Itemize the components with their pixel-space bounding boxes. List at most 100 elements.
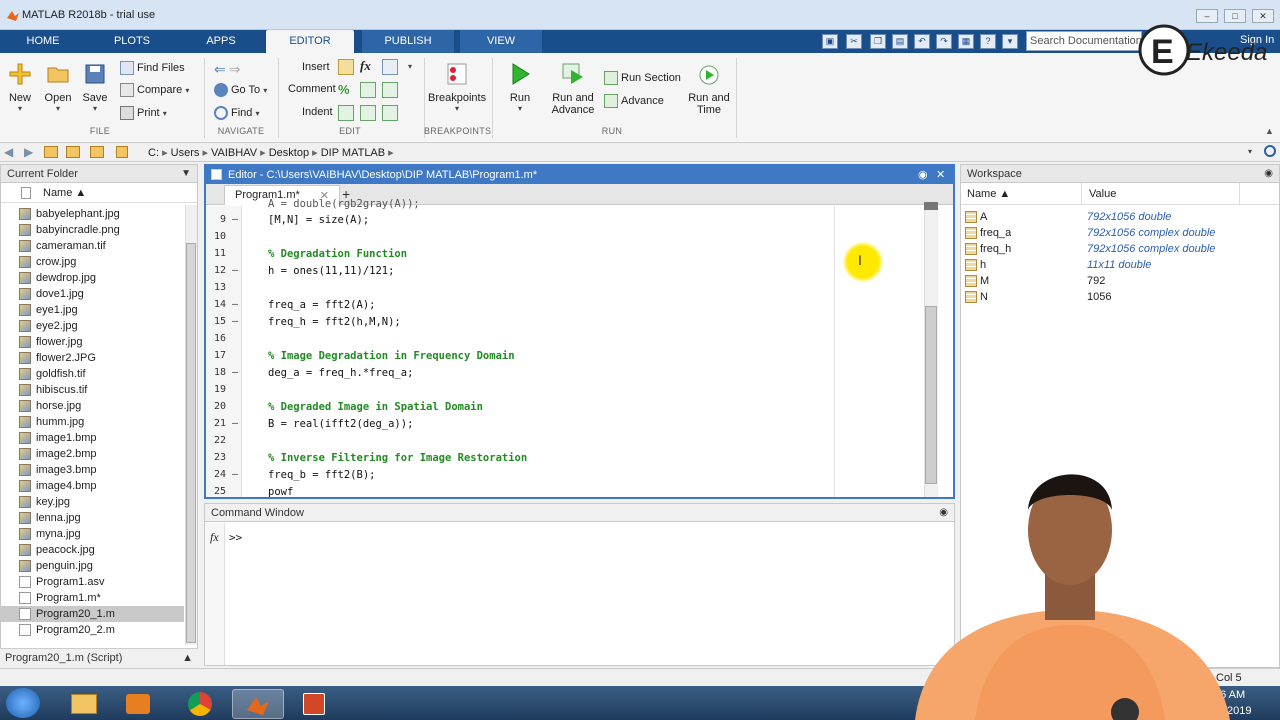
file-list-item[interactable]: eye2.jpg: [19, 318, 184, 334]
code-comment-line[interactable]: % Inverse Filtering for Image Restoratio…: [268, 452, 527, 464]
file-list-item[interactable]: peacock.jpg: [19, 542, 184, 558]
executable-line-marker[interactable]: –: [232, 367, 238, 378]
value-column-header[interactable]: Value: [1089, 188, 1116, 200]
file-list-item[interactable]: image4.bmp: [19, 478, 184, 494]
options-dropdown-icon[interactable]: ▾: [1002, 34, 1018, 49]
taskbar-explorer[interactable]: [58, 689, 110, 719]
file-list-item[interactable]: Program1.m*: [19, 590, 184, 606]
file-list-item[interactable]: horse.jpg: [19, 398, 184, 414]
new-button[interactable]: New ▾: [6, 62, 34, 113]
workspace-variable-row[interactable]: A 792x1056 double: [961, 209, 1279, 225]
code-line[interactable]: freq_a = fft2(A);: [268, 299, 375, 311]
insert-section-icon[interactable]: [338, 59, 354, 75]
code-line[interactable]: freq_b = fft2(B);: [268, 469, 375, 481]
run-and-advance-button[interactable]: Run and Advance: [548, 62, 598, 116]
tab-plots[interactable]: PLOTS: [92, 30, 172, 53]
panel-options-icon[interactable]: ◉: [1264, 168, 1273, 179]
workspace-variable-row[interactable]: h 11x11 double: [961, 257, 1279, 273]
open-button[interactable]: Open ▾: [42, 62, 74, 113]
code-comment-line[interactable]: % Degraded Image in Spatial Domain: [268, 401, 483, 413]
run-section-button[interactable]: Run Section: [604, 71, 681, 85]
name-column-header[interactable]: Name ▲: [967, 188, 1010, 200]
executable-line-marker[interactable]: –: [232, 418, 238, 429]
comment-percent-icon[interactable]: %: [338, 82, 350, 97]
go-to-button[interactable]: Go To ▾: [214, 83, 267, 97]
file-list-item[interactable]: Program20_1.m: [1, 606, 184, 622]
undo-quick-icon[interactable]: ↶: [914, 34, 930, 49]
up-folder-icon[interactable]: [44, 146, 58, 158]
file-list-item[interactable]: Program1.asv: [19, 574, 184, 590]
current-folder-column-header[interactable]: Name ▲: [1, 183, 197, 203]
executable-line-marker[interactable]: –: [232, 299, 238, 310]
function-browser-icon[interactable]: fx: [210, 530, 219, 545]
save-quick-icon[interactable]: ▣: [822, 34, 838, 49]
print-button[interactable]: Print ▾: [120, 106, 167, 120]
collapse-ribbon-icon[interactable]: ▲: [1265, 126, 1274, 136]
command-window[interactable]: Command Window ◉ fx >>: [204, 503, 955, 666]
workspace-variable-row[interactable]: freq_a 792x1056 complex double: [961, 225, 1279, 241]
scroll-position-marker[interactable]: [924, 202, 938, 210]
code-line[interactable]: [M,N] = size(A);: [268, 214, 369, 226]
close-editor-icon[interactable]: ✕: [936, 168, 945, 181]
taskbar-matlab[interactable]: [232, 689, 284, 719]
path-segment[interactable]: Users: [171, 147, 200, 159]
file-list-item[interactable]: image2.bmp: [19, 446, 184, 462]
find-files-button[interactable]: Find Files: [120, 61, 185, 75]
smart-indent-icon[interactable]: [338, 105, 354, 121]
run-and-time-button[interactable]: Run and Time: [686, 62, 732, 116]
file-details-status[interactable]: Program20_1.m (Script) ▲: [0, 648, 198, 668]
code-line[interactable]: powf: [268, 486, 293, 498]
workspace-variable-row[interactable]: M 792: [961, 273, 1279, 289]
run-button[interactable]: Run ▾: [504, 62, 536, 113]
help-icon[interactable]: ?: [980, 34, 996, 49]
editor-options-icon[interactable]: ◉: [918, 168, 928, 181]
decrease-indent-icon[interactable]: [382, 105, 398, 121]
file-list-item[interactable]: goldfish.tif: [19, 366, 184, 382]
file-list-item[interactable]: dove1.jpg: [19, 286, 184, 302]
executable-line-marker[interactable]: –: [232, 316, 238, 327]
path-drive[interactable]: C:: [148, 147, 159, 159]
path-segment[interactable]: DIP MATLAB: [321, 147, 385, 159]
path-segment[interactable]: VAIBHAV: [211, 147, 257, 159]
taskbar-chrome[interactable]: [174, 689, 226, 719]
back-forward-buttons[interactable]: ⇐ ⇒: [214, 61, 241, 78]
panel-options-icon[interactable]: ▼: [181, 168, 191, 179]
partial-code-line[interactable]: A = double(rgb2gray(A));: [268, 198, 420, 210]
arrow-forward-icon[interactable]: ▶: [24, 145, 33, 159]
find-button[interactable]: Find ▾: [214, 106, 259, 120]
path-breadcrumb[interactable]: C: ▸ Users ▸ VAIBHAV ▸ Desktop ▸ DIP MAT…: [148, 146, 394, 159]
increase-indent-icon[interactable]: [360, 105, 376, 121]
code-comment-line[interactable]: % Image Degradation in Frequency Domain: [268, 350, 515, 362]
uncomment-icon[interactable]: [360, 82, 376, 98]
redo-quick-icon[interactable]: ↷: [936, 34, 952, 49]
tab-publish[interactable]: PUBLISH: [362, 30, 454, 53]
file-list-item[interactable]: Program20_2.m: [19, 622, 184, 638]
chevron-down-icon[interactable]: ▾: [408, 62, 412, 71]
name-column-header[interactable]: Name ▲: [43, 187, 86, 199]
taskbar-media-player[interactable]: [112, 689, 164, 719]
paste-quick-icon[interactable]: ▤: [892, 34, 908, 49]
cut-quick-icon[interactable]: ✂: [846, 34, 862, 49]
tab-apps[interactable]: APPS: [184, 30, 258, 53]
file-list-item[interactable]: flower2.JPG: [19, 350, 184, 366]
compare-button[interactable]: Compare ▾: [120, 83, 189, 97]
arrow-back-icon[interactable]: ◀: [4, 145, 13, 159]
file-list-item[interactable]: humm.jpg: [19, 414, 184, 430]
code-line[interactable]: B = real(ifft2(deg_a));: [268, 418, 413, 430]
tab-home[interactable]: HOME: [8, 30, 78, 53]
file-list-item[interactable]: eye1.jpg: [19, 302, 184, 318]
file-list-item[interactable]: image1.bmp: [19, 430, 184, 446]
command-prompt[interactable]: >>: [229, 531, 242, 544]
file-list-item[interactable]: image3.bmp: [19, 462, 184, 478]
code-line[interactable]: h = ones(11,11)/121;: [268, 265, 394, 277]
file-list-item[interactable]: crow.jpg: [19, 254, 184, 270]
search-documentation-input[interactable]: Search Documentation: [1026, 31, 1142, 51]
browse-folder-icon[interactable]: [90, 146, 104, 158]
file-list-item[interactable]: key.jpg: [19, 494, 184, 510]
code-comment-line[interactable]: % Degradation Function: [268, 248, 407, 260]
tab-editor[interactable]: EDITOR: [266, 30, 354, 53]
advance-button[interactable]: Advance: [604, 94, 664, 108]
insert-code-icon[interactable]: [382, 59, 398, 75]
switch-windows-icon[interactable]: ▦: [958, 34, 974, 49]
indent-button[interactable]: Indent: [302, 106, 333, 118]
